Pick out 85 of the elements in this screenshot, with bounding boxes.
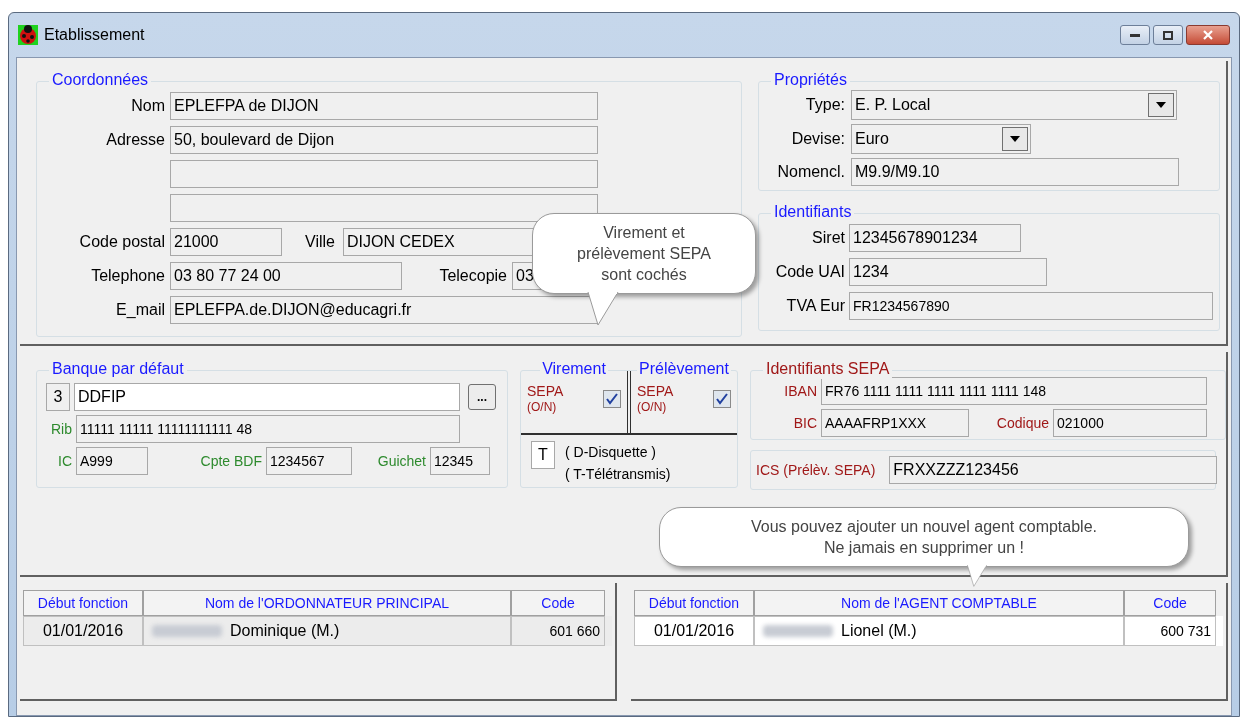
column-header[interactable]: Nom de l'ORDONNATEUR PRINCIPAL: [143, 590, 511, 616]
field-label: Rib: [50, 419, 72, 439]
text-field[interactable]: 3: [46, 383, 70, 411]
text-field[interactable]: AAAAFRP1XXX: [821, 409, 969, 437]
text-field[interactable]: M9.9/M9.10: [851, 158, 1179, 186]
text-field[interactable]: FR1234567890: [849, 292, 1213, 320]
text-field[interactable]: T: [531, 441, 555, 469]
column-header[interactable]: Nom de l'AGENT COMPTABLE: [754, 590, 1124, 616]
checkbox[interactable]: [603, 390, 621, 408]
close-button[interactable]: [1186, 25, 1230, 45]
text-field[interactable]: EPLEFPA.de.DIJON@educagri.fr: [170, 296, 598, 324]
field-label: E_mail: [115, 300, 165, 320]
text-field[interactable]: 1234: [849, 258, 1047, 286]
table-row[interactable]: 01/01/2016 Dominique (M.) 601 660: [23, 616, 612, 646]
text-field[interactable]: EPLEFPA de DIJON: [170, 92, 598, 120]
field-label: Nomencl.: [776, 162, 845, 182]
close-icon: [1203, 30, 1213, 40]
maximize-icon: [1163, 30, 1173, 40]
column-header[interactable]: Code: [1124, 590, 1216, 616]
field-label: SEPA: [637, 383, 674, 399]
table-cell: 600 731: [1124, 616, 1216, 646]
field-label: Telecopie: [438, 266, 507, 286]
dropdown[interactable]: Euro: [851, 124, 1031, 154]
minimize-button[interactable]: [1120, 25, 1150, 45]
field-label: Type:: [804, 95, 845, 115]
blurred-surname: [152, 625, 222, 637]
column-header[interactable]: Début fonction: [23, 590, 143, 616]
text-field[interactable]: 12345678901234: [849, 224, 1021, 252]
text-field[interactable]: A999: [76, 447, 148, 475]
callout-tooltip: Vous pouvez ajouter un nouvel agent comptable. Ne jamais en supprimer un !: [659, 507, 1189, 567]
check-icon: [716, 393, 728, 405]
dropdown[interactable]: E. P. Local: [851, 90, 1177, 120]
text-field[interactable]: 50, boulevard de Dijon: [170, 126, 598, 154]
text-field[interactable]: DDFIP: [74, 383, 460, 411]
field-label: IBAN: [783, 381, 817, 401]
text-field[interactable]: 12345: [430, 447, 490, 475]
field-label: Code postal: [78, 232, 165, 252]
field-label: Devise:: [790, 129, 845, 149]
table-row[interactable]: 01/01/2016 Lionel (M.) 600 731: [634, 616, 1223, 646]
browse-button[interactable]: ...: [468, 384, 496, 410]
group-title: Propriétés: [771, 70, 850, 90]
field-label: Adresse: [105, 130, 165, 150]
field-hint: (O/N): [637, 399, 668, 415]
field-label: ICS (Prélèv. SEPA): [756, 460, 876, 480]
table-cell-text: Dominique (M.): [230, 621, 340, 641]
ladybug-icon: [18, 25, 38, 45]
table-cell: 601 660: [511, 616, 605, 646]
field-label: Ville: [304, 232, 335, 252]
field-label: Cpte BDF: [199, 451, 262, 471]
text-field[interactable]: 1234567: [266, 447, 352, 475]
text-field[interactable]: 021000: [1053, 409, 1207, 437]
field-label: BIC: [792, 413, 817, 433]
option-hint: ( D-Disquette ): [565, 443, 658, 462]
text-field[interactable]: FR76 1111 1111 1111 1111 1111 148: [821, 377, 1207, 405]
text-field[interactable]: 11111 11111 11111111111 48: [76, 415, 460, 443]
window-title: Etablissement: [44, 25, 145, 45]
checkbox[interactable]: [713, 390, 731, 408]
field-label: Siret: [811, 228, 845, 248]
check-icon: [606, 393, 618, 405]
field-label: Guichet: [376, 451, 426, 471]
option-hint: ( T-Télétransmis): [565, 465, 671, 484]
field-label: TVA Eur: [785, 296, 845, 316]
column-header[interactable]: Code: [511, 590, 605, 616]
dropdown-arrow-icon: [1010, 136, 1020, 142]
callout-tooltip: Virement et prélèvement SEPA sont cochés: [532, 213, 756, 294]
field-label: Code UAI: [774, 262, 845, 282]
blurred-surname: [763, 625, 833, 637]
text-field[interactable]: FRXXZZZ123456: [889, 456, 1218, 484]
group-title: Banque par défaut: [49, 359, 187, 379]
table-cell-text: Lionel (M.): [841, 621, 917, 641]
maximize-button[interactable]: [1153, 25, 1183, 45]
column-header[interactable]: Début fonction: [634, 590, 754, 616]
dropdown-arrow-icon: [1156, 102, 1166, 108]
field-hint: (O/N): [527, 399, 558, 415]
table-cell: 01/01/2016: [634, 616, 754, 646]
field-label: IC: [57, 451, 72, 471]
field-label: SEPA: [527, 383, 564, 399]
group-title: Identifiants SEPA: [763, 359, 893, 379]
minimize-icon: [1130, 33, 1140, 37]
table-cell: 01/01/2016: [23, 616, 143, 646]
field-label: Nom: [130, 96, 165, 116]
text-field[interactable]: 03 80 77 24 00: [170, 262, 402, 290]
field-label: Codique: [995, 413, 1049, 433]
field-label: Telephone: [90, 266, 165, 286]
text-field[interactable]: 21000: [170, 228, 282, 256]
